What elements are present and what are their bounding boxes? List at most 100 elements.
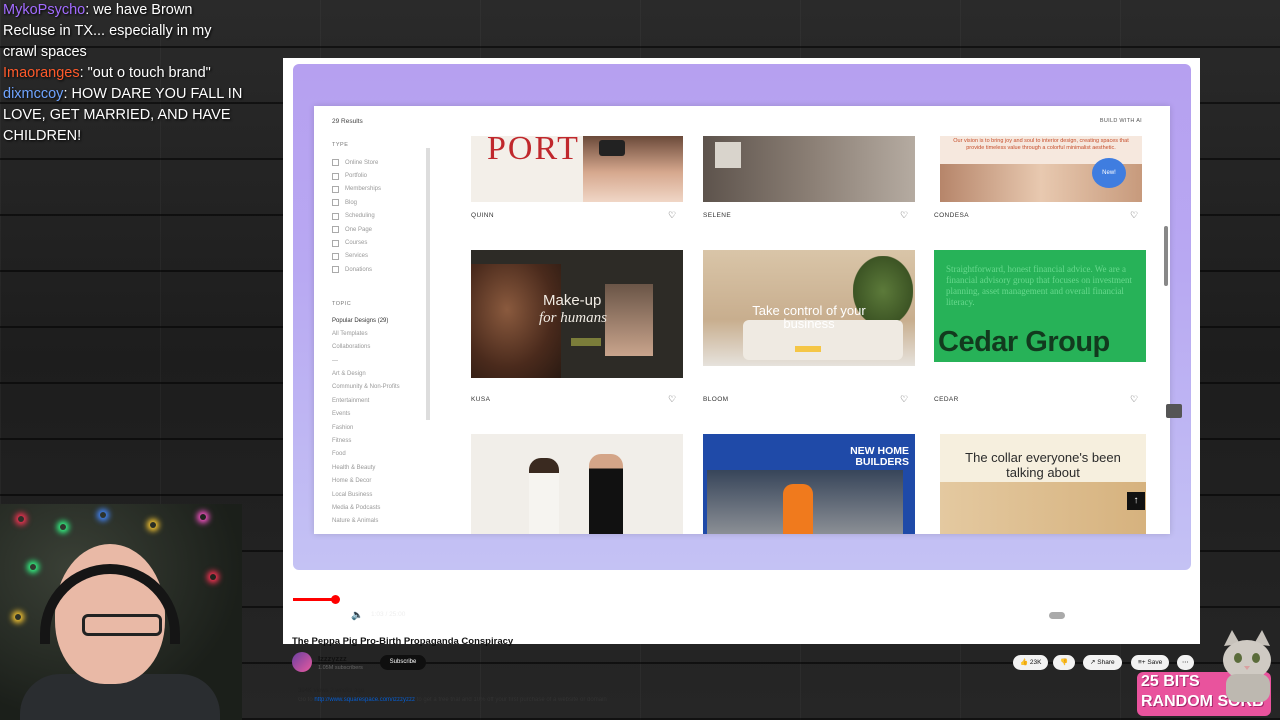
next-icon[interactable]: ⏭ — [328, 610, 337, 621]
fullscreen-icon[interactable]: ⛶ — [1171, 610, 1178, 621]
template-name[interactable]: QUINN — [471, 212, 494, 219]
build-with-ai-link[interactable]: BUILD WITH AI — [1100, 118, 1142, 124]
cedar-text: Straightforward, honest financial advice… — [946, 264, 1132, 307]
bloom-cta-button[interactable] — [795, 346, 821, 352]
autoplay-toggle[interactable] — [1049, 612, 1065, 619]
heart-icon[interactable]: ♡ — [1130, 394, 1138, 405]
topic-item[interactable]: Entertainment — [332, 395, 432, 408]
kusa-photo-right — [605, 284, 653, 356]
filter-courses[interactable]: Courses — [332, 236, 432, 249]
kusa-heading: Make-up — [543, 292, 602, 309]
page-scrollbar[interactable] — [1164, 226, 1168, 286]
topic-item[interactable]: All Templates — [332, 328, 432, 341]
template-bloom-image[interactable]: Take control of your business — [703, 250, 915, 366]
heart-icon[interactable]: ♡ — [668, 394, 676, 405]
filter-portfolio[interactable]: Portfolio — [332, 169, 432, 182]
heart-icon[interactable]: ♡ — [900, 210, 908, 221]
template-quinn-image[interactable]: PORT — [471, 136, 683, 202]
filter-services[interactable]: Services — [332, 250, 432, 263]
share-button[interactable]: ↗ Share — [1083, 655, 1122, 670]
topic-item[interactable]: Food — [332, 448, 432, 461]
topic-item[interactable]: Fashion — [332, 422, 432, 435]
settings-icon[interactable]: ⚙ — [1101, 610, 1110, 621]
topic-item[interactable]: Art & Design — [332, 368, 432, 381]
template-kusa-image[interactable]: Make-up for humans — [471, 250, 683, 378]
filter-blog[interactable]: Blog — [332, 196, 432, 209]
template-selene-image[interactable] — [703, 136, 915, 202]
channel-name[interactable]: Izzzyzzz — [318, 654, 347, 663]
checkbox-icon[interactable] — [332, 159, 339, 167]
filter-online-store[interactable]: Online Store — [332, 156, 432, 169]
scroll-to-top-button[interactable]: ↑ — [1127, 492, 1145, 510]
chat-overlay: MykoPsycho: we have Brown Recluse in TX.… — [3, 0, 243, 147]
filter-donations[interactable]: Donations — [332, 263, 432, 276]
pip-icon[interactable] — [1166, 404, 1182, 418]
collar-photo — [940, 482, 1146, 534]
topic-item[interactable]: Nature & Animals — [332, 515, 432, 528]
topic-item[interactable]: Local Business — [332, 489, 432, 502]
video-player[interactable]: 29 Results BUILD WITH AI TYPE Online Sto… — [293, 64, 1191, 570]
bride — [529, 458, 559, 534]
template-name[interactable]: SELENE — [703, 212, 731, 219]
template-collar-image[interactable]: The collar everyone's been talking about — [940, 434, 1146, 534]
webcam-feed — [0, 504, 242, 720]
checkbox-icon[interactable] — [332, 172, 339, 180]
play-icon[interactable]: ▶ — [305, 610, 313, 621]
template-name[interactable]: CEDAR — [934, 396, 959, 403]
chat-username: dixmccoy — [3, 86, 64, 102]
squarespace-templates-page: 29 Results BUILD WITH AI TYPE Online Sto… — [314, 106, 1170, 534]
template-name[interactable]: BLOOM — [703, 396, 728, 403]
miniplayer-icon[interactable]: ▣ — [1125, 610, 1134, 621]
kusa-cta-button[interactable] — [571, 338, 601, 346]
heart-icon[interactable]: ♡ — [668, 210, 676, 221]
heart-icon[interactable]: ♡ — [1130, 210, 1138, 221]
template-cedar-image[interactable]: Straightforward, honest financial advice… — [934, 250, 1146, 362]
save-button[interactable]: ≡+ Save — [1131, 655, 1170, 670]
captions-icon[interactable]: ▭ — [1077, 610, 1086, 621]
template-wedding-image[interactable] — [471, 434, 683, 534]
chat-username: Imaoranges — [3, 65, 80, 81]
more-actions-button[interactable]: ⋯ — [1177, 655, 1194, 670]
template-builders-image[interactable]: NEW HOME BUILDERS — [703, 434, 915, 534]
like-button[interactable]: 👍 23K — [1013, 655, 1049, 670]
filter-memberships[interactable]: Memberships — [332, 183, 432, 196]
dislike-button[interactable]: 👎 — [1053, 655, 1076, 670]
topic-item[interactable]: Fitness — [332, 435, 432, 448]
sidebar-scrollbar[interactable] — [426, 148, 430, 420]
filter-scheduling[interactable]: Scheduling — [332, 210, 432, 223]
checkbox-icon[interactable] — [332, 252, 339, 260]
topic-item[interactable]: Health & Beauty — [332, 462, 432, 475]
thumbs-down-icon: 👎 — [1060, 659, 1069, 666]
template-name[interactable]: KUSA — [471, 396, 490, 403]
subscribe-button[interactable]: Subscribe — [380, 655, 426, 670]
like-count: 23K — [1029, 659, 1042, 666]
chat-message: MykoPsycho: we have Brown Recluse in TX.… — [3, 0, 243, 63]
heart-icon[interactable]: ♡ — [900, 394, 908, 405]
topic-item[interactable]: Media & Podcasts — [332, 502, 432, 515]
view-count-date: 394K views 2 weeks ago — [298, 688, 365, 694]
checkbox-icon[interactable] — [332, 185, 339, 193]
checkbox-icon[interactable] — [332, 226, 339, 234]
topic-item[interactable]: Community & Non-Profits — [332, 381, 432, 394]
volume-icon[interactable]: 🔈 — [351, 610, 363, 621]
youtube-video-panel: 29 Results BUILD WITH AI TYPE Online Sto… — [283, 58, 1200, 703]
progress-played — [293, 598, 336, 601]
topic-item[interactable]: Home & Decor — [332, 475, 432, 488]
topic-item[interactable]: Collaborations — [332, 341, 432, 354]
topic-item[interactable]: Popular Designs (29) — [332, 315, 432, 328]
filter-one-page[interactable]: One Page — [332, 223, 432, 236]
channel-avatar[interactable] — [292, 652, 312, 672]
template-condesa-image[interactable]: Our vision is to bring joy and soul to i… — [940, 136, 1142, 202]
progress-bar[interactable] — [293, 595, 1191, 604]
theater-icon[interactable]: ▭ — [1148, 610, 1157, 621]
player-controls: ▶ ⏭ 🔈 1:03 / 25:00 ▭ ⚙ ▣ ▭ ⛶ — [293, 602, 1191, 628]
filter-sidebar: TYPE Online Store Portfolio Memberships … — [332, 142, 432, 529]
template-name[interactable]: CONDESA — [934, 212, 969, 219]
sponsor-link[interactable]: http://www.squarespace.com/izzzyzzz — [314, 697, 415, 703]
checkbox-icon[interactable] — [332, 199, 339, 207]
glasses — [82, 614, 162, 636]
checkbox-icon[interactable] — [332, 212, 339, 220]
topic-item[interactable]: Events — [332, 408, 432, 421]
checkbox-icon[interactable] — [332, 239, 339, 247]
checkbox-icon[interactable] — [332, 266, 339, 274]
